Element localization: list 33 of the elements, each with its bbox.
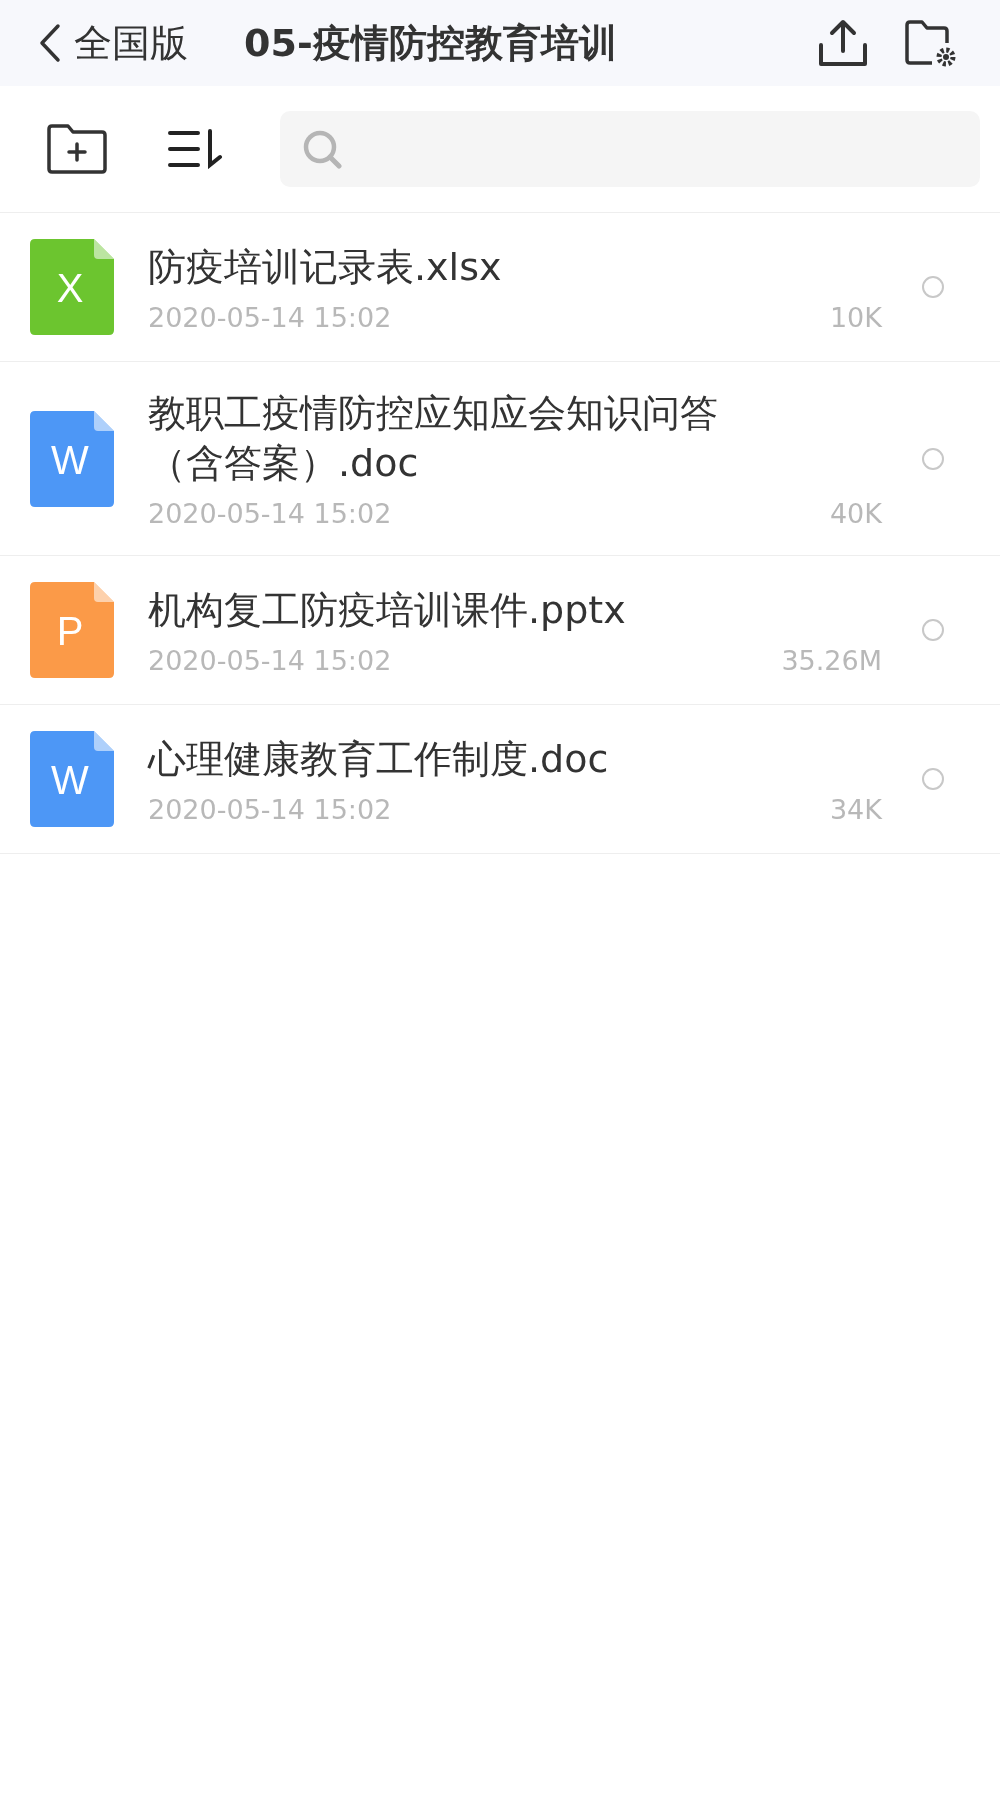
file-size: 40K (829, 498, 882, 529)
back-chevron-icon (38, 23, 62, 63)
select-radio[interactable] (922, 447, 944, 470)
sort-icon[interactable] (168, 129, 224, 169)
file-size: 34K (829, 793, 882, 825)
page-title: 05-疫情防控教育培训 (244, 19, 617, 67)
folder-settings-icon[interactable] (904, 19, 956, 67)
file-size: 10K (829, 301, 882, 333)
file-date: 2020-05-14 15:02 (148, 644, 392, 676)
file-date: 2020-05-14 15:02 (148, 301, 392, 333)
search-field[interactable] (280, 111, 980, 187)
xlsx-file-icon: X (30, 239, 114, 335)
file-row[interactable]: W 心理健康教育工作制度.doc 2020-05-14 15:02 34K (0, 705, 1000, 854)
file-date: 2020-05-14 15:02 (148, 793, 392, 825)
file-row[interactable]: X 防疫培训记录表.xlsx 2020-05-14 15:02 10K (0, 213, 1000, 362)
select-radio[interactable] (922, 276, 944, 298)
search-icon (302, 129, 342, 169)
new-folder-icon[interactable] (46, 123, 108, 175)
doc-file-icon: W (30, 410, 114, 507)
file-name: 机构复工防疫培训课件.pptx (148, 586, 627, 634)
select-radio[interactable] (922, 768, 944, 790)
file-row[interactable]: P 机构复工防疫培训课件.pptx 2020-05-14 15:02 35.26M (0, 556, 1000, 705)
pptx-file-icon: P (30, 582, 114, 678)
upload-icon[interactable] (818, 19, 868, 67)
file-size: 35.26M (781, 644, 882, 676)
file-row[interactable]: W 教职工疫情防控应知应会知识问答（含答案）.doc 2020-05-14 15:02 40K (0, 362, 1000, 556)
doc-file-icon: W (30, 731, 114, 827)
file-name: 防疫培训记录表.xlsx (148, 243, 503, 291)
select-radio[interactable] (922, 619, 944, 641)
back-button[interactable]: 全国版 (38, 17, 188, 69)
file-date: 2020-05-14 15:02 (148, 498, 392, 529)
file-name: 教职工疫情防控应知应会知识问答（含答案）.doc (148, 390, 719, 487)
file-name: 心理健康教育工作制度.doc (148, 735, 610, 783)
